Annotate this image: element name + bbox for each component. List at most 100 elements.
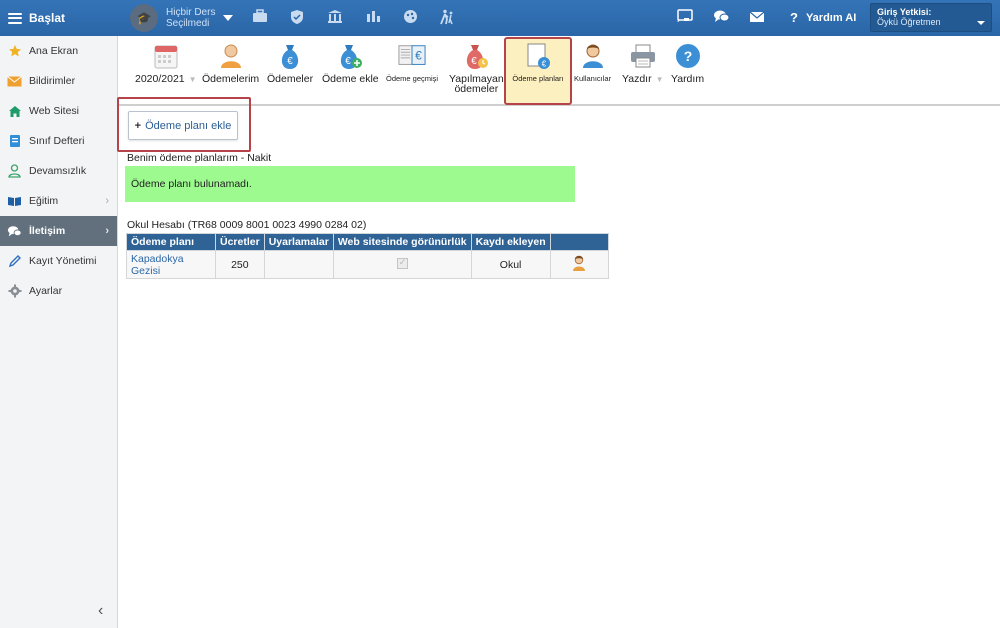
unpaid-bag-icon: €: [462, 42, 490, 70]
role-value: Öykü Öğretmen: [877, 17, 941, 27]
column-header[interactable]: Kaydı ekleyen: [470, 233, 551, 251]
star-icon: [7, 44, 22, 59]
account-title: Okul Hesabı (TR68 0009 8001 0023 4990 02…: [127, 219, 367, 231]
user-payment-icon: [217, 42, 245, 70]
web-visibility-checkbox: [396, 257, 408, 269]
chat-icon[interactable]: [712, 9, 730, 27]
printer-icon: [629, 42, 657, 70]
tool-odemelerim[interactable]: Ödemelerim: [202, 42, 259, 84]
walking-icon[interactable]: [438, 9, 456, 27]
sidebar-item-label: Ana Ekran: [29, 45, 79, 57]
plan-name-link[interactable]: Kapadokya Gezisi: [126, 250, 216, 279]
sidebar-item-iletisim[interactable]: İletişim ›: [0, 216, 117, 246]
column-header[interactable]: Ücretler: [215, 233, 265, 251]
payment-plan-icon: €: [524, 42, 552, 70]
course-line2: Seçilmedi: [166, 18, 210, 29]
user-cell: [549, 250, 609, 279]
tool-label: Yazdır: [622, 73, 652, 85]
tool-yardim[interactable]: ? Yardım: [671, 42, 704, 84]
svg-text:€: €: [542, 59, 547, 68]
caret-down-icon: [977, 21, 985, 25]
sidebar-item-egitim[interactable]: Eğitim ›: [0, 186, 117, 216]
column-header: [549, 233, 609, 251]
sidebar-item-label: Sınıf Defteri: [29, 135, 85, 147]
svg-text:€: €: [346, 56, 352, 67]
payment-plans-table: Ödeme planı Ücretler Uyarlamalar Web sit…: [126, 233, 609, 279]
user-icon[interactable]: [572, 255, 586, 271]
caret-down-icon: ▼: [188, 75, 197, 84]
pen-icon: [7, 254, 22, 269]
no-plan-message: Ödeme planı bulunamadı.: [131, 178, 252, 190]
add-payment-plan-button[interactable]: + Ödeme planı ekle: [128, 111, 238, 140]
tool-label: Kullanıcılar: [574, 74, 612, 83]
caret-down-icon: [223, 15, 234, 21]
cast-icon[interactable]: [676, 9, 694, 27]
sidebar-item-bildirimler[interactable]: Bildirimler: [0, 66, 117, 96]
cog-icon: [7, 284, 22, 299]
course-selector[interactable]: 🎓 Hiçbir Ders Seçilmedi: [130, 4, 234, 32]
tool-odemeler[interactable]: € Ödemeler: [267, 42, 313, 84]
help-ai-button[interactable]: ? Yardım AI: [790, 10, 856, 25]
tool-yazdir[interactable]: Yazdır ▼: [622, 42, 664, 85]
sidebar-item-devamsizlik[interactable]: Devamsızlık: [0, 156, 117, 186]
help-ai-label: Yardım AI: [805, 11, 857, 24]
sidebar-item-ana-ekran[interactable]: Ana Ekran: [0, 36, 117, 66]
tool-label: Yardım: [671, 73, 705, 85]
role-selector[interactable]: Giriş Yetkisi: Öykü Öğretmen: [870, 3, 992, 32]
year-selector[interactable]: 2020/2021 ▼: [135, 42, 197, 85]
chevron-right-icon: ›: [105, 195, 109, 207]
mail-icon[interactable]: [748, 9, 766, 27]
comments-icon: [7, 224, 22, 239]
plan-adjustments: [263, 250, 334, 279]
toolbar: 2020/2021 ▼ Ödemelerim € Ödemeler € Ödeme…: [118, 36, 1000, 106]
tool-label: Ödemelerim: [202, 73, 260, 85]
sidebar-item-label: Ayarlar: [29, 285, 63, 297]
sidebar-item-sinif-defteri[interactable]: Sınıf Defteri: [0, 126, 117, 156]
sidebar-item-label: İletişim: [29, 225, 66, 237]
my-plans-title: Benim ödeme planlarım - Nakit: [127, 152, 272, 164]
palette-icon[interactable]: [401, 9, 419, 27]
table-header-row: Ödeme planı Ücretler Uyarlamalar Web sit…: [126, 233, 609, 251]
sidebar-item-label: Bildirimler: [29, 75, 76, 87]
svg-text:€: €: [287, 56, 293, 67]
calendar-icon: [152, 42, 180, 70]
bar-chart-icon[interactable]: [364, 9, 382, 27]
help-icon: ?: [674, 42, 702, 70]
tool-odeme-planlari[interactable]: € Ödeme planları: [504, 37, 572, 105]
column-header[interactable]: Web sitesinde görünürlük: [332, 233, 472, 251]
tool-label: Ödemeler: [267, 73, 314, 85]
svg-text:€: €: [415, 49, 422, 63]
start-label: Başlat: [29, 11, 66, 25]
home-icon: [7, 104, 22, 119]
tool-odeme-gecmisi[interactable]: € Ödeme geçmişi: [386, 42, 438, 84]
column-header[interactable]: Uyarlamalar: [263, 233, 334, 251]
tool-yapilmayan-odemeler[interactable]: € Yapılmayan ödemeler: [449, 42, 504, 94]
briefcase-icon[interactable]: [251, 9, 269, 27]
sidebar-item-label: Eğitim: [29, 195, 59, 207]
money-bag-icon: €: [276, 42, 304, 70]
money-bag-add-icon: €: [336, 42, 364, 70]
caret-down-icon: ▼: [655, 75, 664, 84]
chevron-right-icon: ›: [105, 225, 109, 237]
added-by: Okul: [470, 250, 551, 279]
role-title: Giriş Yetkisi:: [877, 7, 932, 17]
tool-label: Ödeme ekle: [322, 73, 379, 85]
plan-fee: 250: [215, 250, 265, 279]
sidebar-item-web-sitesi[interactable]: Web Sitesi: [0, 96, 117, 126]
tool-kullanicilar[interactable]: Kullanıcılar: [574, 42, 611, 84]
sidebar-item-kayit-yonetimi[interactable]: Kayıt Yönetimi: [0, 246, 117, 276]
start-menu-button[interactable]: Başlat: [0, 0, 117, 36]
column-header[interactable]: Ödeme planı: [126, 233, 216, 251]
web-visibility-cell: [332, 250, 472, 279]
collapse-sidebar-icon[interactable]: ‹: [98, 602, 103, 620]
users-icon: [579, 42, 607, 70]
question-icon: ?: [790, 10, 798, 25]
shield-icon[interactable]: [288, 9, 306, 27]
sidebar-item-ayarlar[interactable]: Ayarlar: [0, 276, 117, 306]
tool-odeme-ekle[interactable]: € Ödeme ekle: [322, 42, 379, 84]
institution-icon[interactable]: [326, 9, 344, 27]
course-line1: Hiçbir Ders: [166, 7, 216, 18]
top-bar: Başlat 🎓 Hiçbir Ders Seçilmedi ? Yardım …: [0, 0, 1000, 36]
sidebar-item-label: Web Sitesi: [29, 105, 79, 117]
payment-history-icon: €: [398, 42, 426, 70]
